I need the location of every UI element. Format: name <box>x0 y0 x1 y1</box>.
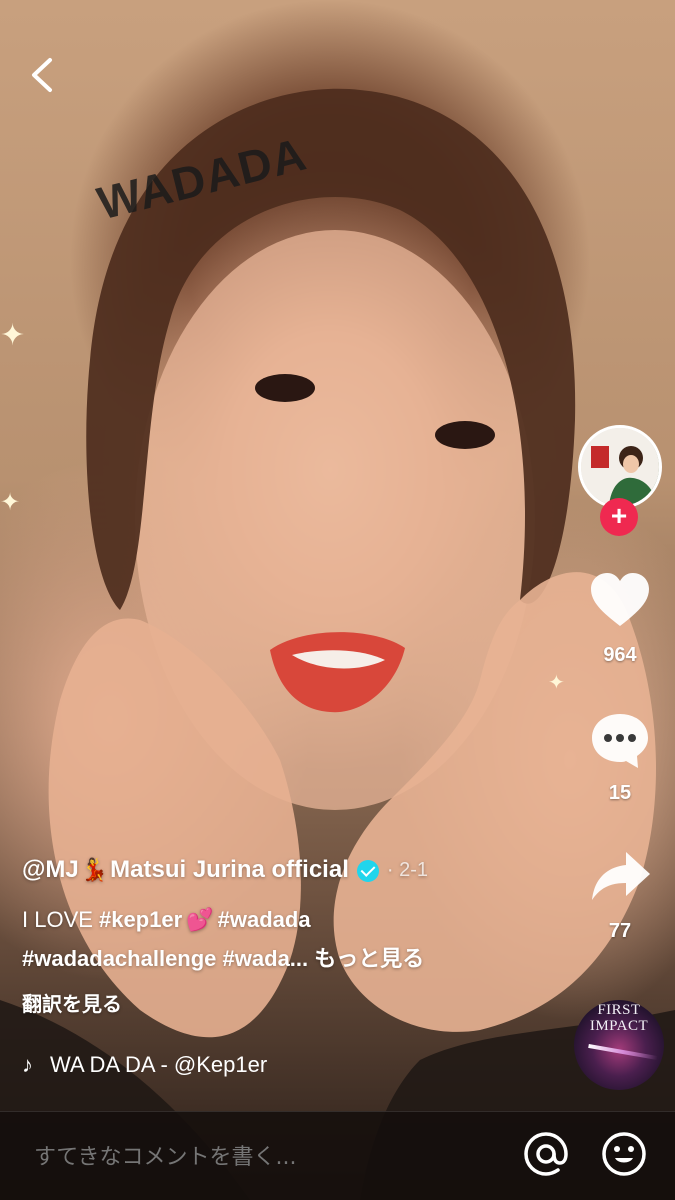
sparkle-icon: ✦ <box>0 319 26 352</box>
hashtag-wadada[interactable]: #wadada <box>218 907 311 932</box>
video-caption: I LOVE #kep1er 💕 #wadada #wadadachallenge … <box>22 900 562 978</box>
sparkle-icon: ✦ <box>0 489 21 516</box>
post-date: · 2-1 <box>386 858 428 881</box>
music-info[interactable]: ♪ WA DA DA - @Kep1er <box>22 1052 267 1078</box>
disc-title-line1: FIRST <box>597 1002 641 1018</box>
disc-title: FIRST IMPACT <box>574 1002 664 1034</box>
back-chevron-icon[interactable] <box>22 52 62 98</box>
emoji-smile-icon[interactable] <box>600 1130 648 1178</box>
comment-bubble-icon[interactable] <box>588 708 652 772</box>
dancer-emoji: 💃 <box>80 857 109 882</box>
see-translation-link[interactable]: 翻訳を見る <box>22 988 562 1017</box>
verified-badge-icon <box>356 860 379 882</box>
avatar-image <box>581 428 659 506</box>
video-meta: @MJ 💃 Matsui Jurina official · 2-1 I LOV… <box>22 848 562 1017</box>
sparkle-icon: ✦ <box>548 672 565 694</box>
hearts-emoji: 💕 <box>186 907 214 932</box>
see-more-link[interactable]: もっと見る <box>314 946 424 971</box>
music-note-icon: ♪ <box>22 1052 33 1077</box>
music-disc[interactable]: FIRST IMPACT <box>574 1000 664 1090</box>
hashtag-kep1er[interactable]: #kep1er <box>99 907 182 932</box>
creator-display-name[interactable]: Matsui Jurina official <box>110 856 349 884</box>
share-count: 77 <box>608 920 632 942</box>
mention-at-icon[interactable] <box>522 1130 570 1178</box>
disc-art-streak <box>588 1043 658 1061</box>
like-count: 964 <box>603 644 637 666</box>
creator-row[interactable]: @MJ 💃 Matsui Jurina official · 2-1 <box>22 848 562 892</box>
creator-handle[interactable]: @MJ <box>22 856 79 884</box>
comment-bar <box>0 1111 675 1200</box>
share-arrow-icon[interactable] <box>588 848 652 906</box>
comment-count: 15 <box>608 782 632 804</box>
disc-title-line2: IMPACT <box>589 1018 649 1034</box>
video-screen[interactable]: ✦ ✦ ✦ WADADA + 964 15 77 FIRST IMPACT @M… <box>0 0 675 1200</box>
hashtag-wadadachallenge[interactable]: #wadadachallenge <box>22 946 216 971</box>
music-title[interactable]: WA DA DA - @Kep1er <box>50 1052 267 1078</box>
caption-prefix: I LOVE <box>22 907 100 932</box>
follow-plus-button[interactable]: + <box>600 498 638 536</box>
creator-avatar[interactable] <box>578 425 662 509</box>
heart-icon[interactable] <box>588 570 652 630</box>
comment-input[interactable] <box>32 1138 506 1176</box>
hashtag-truncated[interactable]: #wada... <box>223 946 309 971</box>
